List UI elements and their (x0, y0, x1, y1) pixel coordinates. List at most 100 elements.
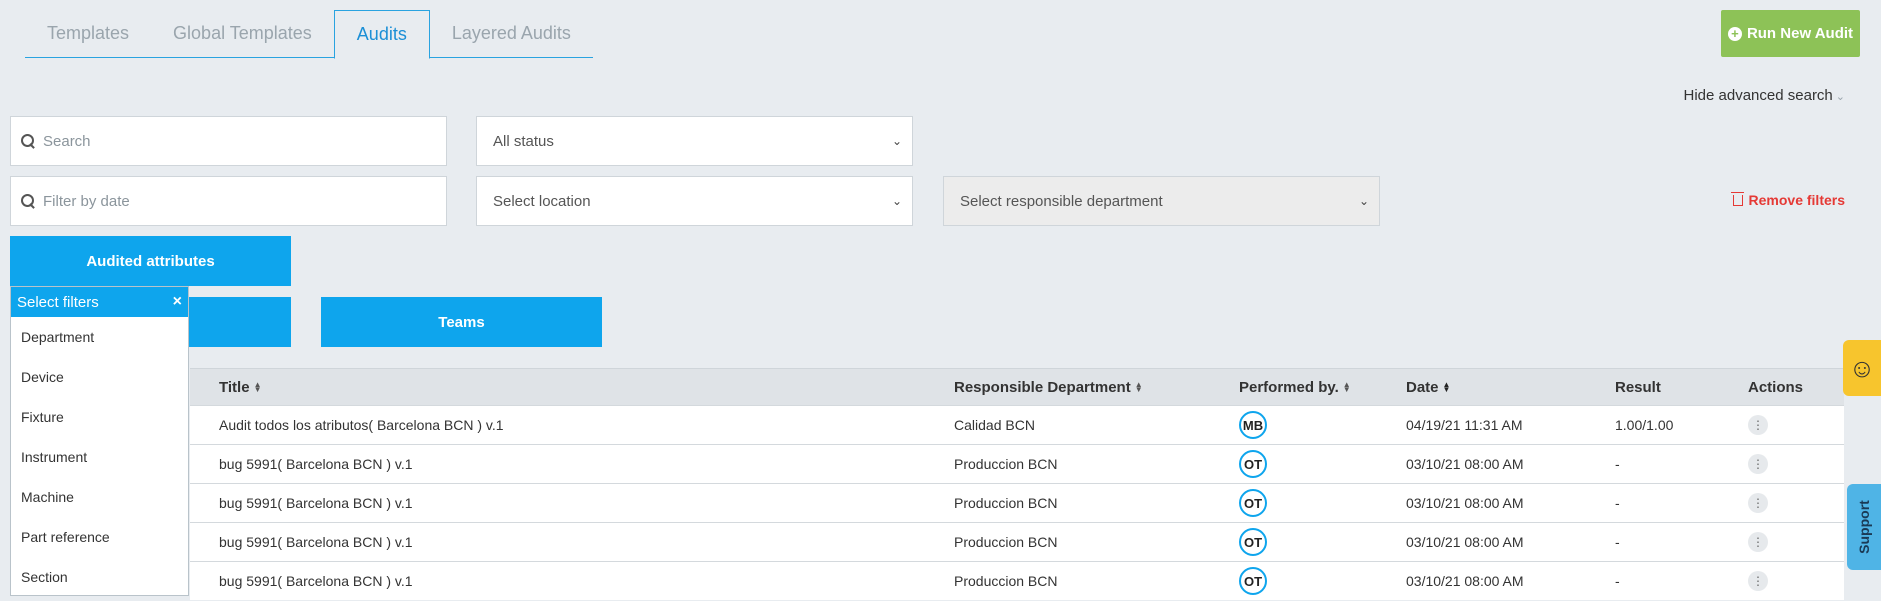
table-row[interactable]: bug 5991( Barcelona BCN ) v.1 Produccion… (190, 561, 1844, 600)
row-date: 03/10/21 08:00 AM (1406, 456, 1524, 472)
row-title[interactable]: bug 5991( Barcelona BCN ) v.1 (219, 534, 413, 550)
avatar: OT (1239, 567, 1267, 595)
row-date: 03/10/21 08:00 AM (1406, 573, 1524, 589)
teams-button[interactable]: Teams (321, 297, 602, 347)
row-department: Produccion BCN (954, 495, 1058, 511)
plus-circle-icon: + (1727, 26, 1742, 41)
teams-label: Teams (438, 313, 485, 331)
search-icon (21, 194, 35, 208)
search-input[interactable]: Search (10, 116, 447, 166)
row-result: 1.00/1.00 (1615, 417, 1674, 433)
more-actions-icon[interactable]: ⋮ (1748, 415, 1768, 435)
avatar: OT (1239, 489, 1267, 517)
audited-attributes-button[interactable]: Audited attributes (10, 236, 291, 286)
search-icon (21, 134, 35, 148)
table-row[interactable]: bug 5991( Barcelona BCN ) v.1 Produccion… (190, 483, 1844, 522)
filter-option-section[interactable]: Section (11, 557, 188, 597)
filter-option-fixture[interactable]: Fixture (11, 397, 188, 437)
more-actions-icon[interactable]: ⋮ (1748, 532, 1768, 552)
department-value: Select responsible department (960, 192, 1163, 210)
column-title-label: Title (219, 378, 250, 396)
status-value: All status (493, 132, 554, 150)
support-label: Support (1856, 500, 1872, 554)
row-department: Produccion BCN (954, 534, 1058, 550)
advanced-search-label: Hide advanced search (1683, 87, 1833, 104)
column-performed-label: Performed by. (1239, 378, 1339, 396)
run-new-audit-button[interactable]: + Run New Audit (1721, 10, 1860, 57)
audits-table: Title ▲ ▼ Responsible Department ▲ ▼ Perfo… (190, 368, 1844, 600)
chevron-down-icon: ⌄ (891, 134, 902, 148)
feedback-button[interactable]: ☺ (1843, 340, 1881, 396)
filter-option-machine[interactable]: Machine (11, 477, 188, 517)
tab-global-templates[interactable]: Global Templates (151, 10, 334, 56)
remove-filters-button[interactable]: Remove filters (1730, 191, 1845, 208)
row-department: Produccion BCN (954, 456, 1058, 472)
date-filter-input[interactable]: Filter by date (10, 176, 447, 226)
trash-icon (1730, 191, 1744, 206)
row-title[interactable]: bug 5991( Barcelona BCN ) v.1 (219, 495, 413, 511)
table-header: Title ▲ ▼ Responsible Department ▲ ▼ Perfo… (190, 368, 1844, 405)
select-filters-dropdown: Select filters × Department Device Fixtu… (10, 286, 189, 596)
row-result: - (1615, 456, 1620, 472)
row-date: 03/10/21 08:00 AM (1406, 534, 1524, 550)
sort-desc-icon: ▲ ▼ (1442, 380, 1451, 394)
row-result: - (1615, 573, 1620, 589)
filter-option-device[interactable]: Device (11, 357, 188, 397)
run-new-audit-label: Run New Audit (1746, 25, 1854, 42)
more-actions-icon[interactable]: ⋮ (1748, 454, 1768, 474)
location-value: Select location (493, 192, 591, 210)
chevron-down-icon: ⌄ (1358, 194, 1369, 208)
row-result: - (1615, 534, 1620, 550)
tab-audits[interactable]: Audits (333, 10, 430, 59)
smiley-icon: ☺ (1848, 352, 1876, 383)
table-row[interactable]: Audit todos los atributos( Barcelona BCN… (190, 405, 1844, 444)
support-button[interactable]: Support (1847, 484, 1881, 570)
tab-templates[interactable]: Templates (25, 10, 151, 56)
filter-option-part-reference[interactable]: Part reference (11, 517, 188, 557)
column-actions-label: Actions (1748, 378, 1804, 396)
sort-icon: ▲ ▼ (253, 380, 262, 394)
table-row[interactable]: bug 5991( Barcelona BCN ) v.1 Produccion… (190, 522, 1844, 561)
column-department[interactable]: Responsible Department ▲ ▼ (954, 379, 1143, 396)
search-placeholder: Search (43, 132, 91, 150)
column-date[interactable]: Date ▲ ▼ (1406, 379, 1450, 396)
row-result: - (1615, 495, 1620, 511)
filter-option-department[interactable]: Department (11, 317, 188, 357)
remove-filters-label: Remove filters (1748, 192, 1845, 208)
date-placeholder: Filter by date (43, 192, 130, 210)
tab-layered-audits[interactable]: Layered Audits (430, 10, 593, 56)
column-result-label: Result (1615, 378, 1661, 396)
row-department: Produccion BCN (954, 573, 1058, 589)
avatar: OT (1239, 528, 1267, 556)
avatar: MB (1239, 411, 1267, 439)
sort-icon: ▲ ▼ (1134, 380, 1143, 394)
sort-icon: ▲ ▼ (1342, 380, 1351, 394)
tab-bar: Templates Global Templates Audits Layere… (25, 10, 593, 59)
audited-attributes-label: Audited attributes (86, 252, 215, 270)
column-actions: Actions (1748, 379, 1803, 396)
row-title[interactable]: bug 5991( Barcelona BCN ) v.1 (219, 456, 413, 472)
column-date-label: Date (1406, 378, 1439, 396)
row-date: 03/10/21 08:00 AM (1406, 495, 1524, 511)
location-select[interactable]: Select location ⌄ (476, 176, 913, 226)
more-actions-icon[interactable]: ⋮ (1748, 493, 1768, 513)
column-performed[interactable]: Performed by. ▲ ▼ (1239, 379, 1351, 396)
more-actions-icon[interactable]: ⋮ (1748, 571, 1768, 591)
row-department: Calidad BCN (954, 417, 1035, 433)
column-result: Result (1615, 379, 1661, 396)
column-title[interactable]: Title ▲ ▼ (219, 379, 262, 396)
department-select[interactable]: Select responsible department ⌄ (943, 176, 1380, 226)
filter-option-instrument[interactable]: Instrument (11, 437, 188, 477)
chevron-down-icon: ⌄ (891, 194, 902, 208)
row-title[interactable]: bug 5991( Barcelona BCN ) v.1 (219, 573, 413, 589)
chevron-down-icon: ⌄ (1835, 91, 1845, 103)
hide-advanced-search-link[interactable]: Hide advanced search ⌄ (1684, 87, 1845, 104)
close-icon[interactable]: × (173, 293, 182, 311)
avatar: OT (1239, 450, 1267, 478)
row-title[interactable]: Audit todos los atributos( Barcelona BCN… (219, 417, 504, 433)
status-select[interactable]: All status ⌄ (476, 116, 913, 166)
dropdown-title: Select filters (17, 293, 99, 311)
dropdown-header: Select filters × (11, 287, 188, 317)
row-date: 04/19/21 11:31 AM (1406, 417, 1523, 433)
table-row[interactable]: bug 5991( Barcelona BCN ) v.1 Produccion… (190, 444, 1844, 483)
